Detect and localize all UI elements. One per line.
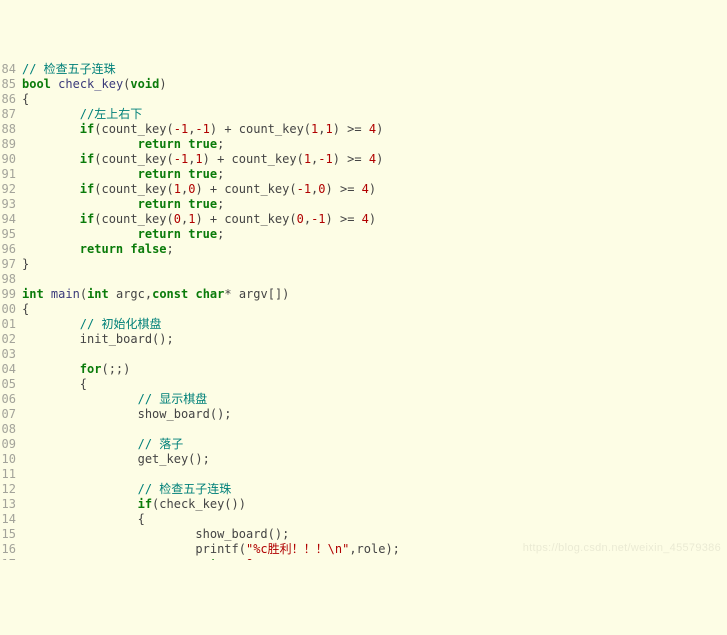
code-line[interactable]: return true; xyxy=(22,197,400,212)
line-number: 91 xyxy=(0,167,18,182)
code-line[interactable] xyxy=(22,272,400,287)
code-viewer: 8485868788899091929394959697989900010203… xyxy=(0,60,727,560)
code-line[interactable]: //左上右下 xyxy=(22,107,400,122)
line-number: 88 xyxy=(0,122,18,137)
line-number: 08 xyxy=(0,422,18,437)
line-number: 84 xyxy=(0,62,18,77)
code-line[interactable]: if(check_key()) xyxy=(22,497,400,512)
line-number: 12 xyxy=(0,482,18,497)
line-number: 04 xyxy=(0,362,18,377)
code-line[interactable]: return 0; xyxy=(22,557,400,560)
code-line[interactable]: bool check_key(void) xyxy=(22,77,400,92)
code-line[interactable]: if(count_key(1,0) + count_key(-1,0) >= 4… xyxy=(22,182,400,197)
code-line[interactable]: return true; xyxy=(22,227,400,242)
code-line[interactable]: { xyxy=(22,377,400,392)
line-number: 13 xyxy=(0,497,18,512)
code-line[interactable]: printf("%c胜利！！！\n",role); xyxy=(22,542,400,557)
line-number: 94 xyxy=(0,212,18,227)
line-number: 98 xyxy=(0,272,18,287)
line-number: 97 xyxy=(0,257,18,272)
code-line[interactable]: init_board(); xyxy=(22,332,400,347)
line-number: 00 xyxy=(0,302,18,317)
code-line[interactable]: if(count_key(0,1) + count_key(0,-1) >= 4… xyxy=(22,212,400,227)
line-number: 15 xyxy=(0,527,18,542)
code-line[interactable]: return true; xyxy=(22,137,400,152)
line-number: 10 xyxy=(0,452,18,467)
code-line[interactable]: // 检查五子连珠 xyxy=(22,482,400,497)
code-line[interactable]: { xyxy=(22,92,400,107)
line-number: 01 xyxy=(0,317,18,332)
line-number: 85 xyxy=(0,77,18,92)
line-number: 87 xyxy=(0,107,18,122)
line-number: 89 xyxy=(0,137,18,152)
line-number: 05 xyxy=(0,377,18,392)
code-line[interactable]: { xyxy=(22,512,400,527)
code-line[interactable]: return false; xyxy=(22,242,400,257)
line-number: 07 xyxy=(0,407,18,422)
code-line[interactable]: { xyxy=(22,302,400,317)
line-number: 17 xyxy=(0,557,18,560)
line-number: 96 xyxy=(0,242,18,257)
code-line[interactable]: // 显示棋盘 xyxy=(22,392,400,407)
code-line[interactable]: // 初始化棋盘 xyxy=(22,317,400,332)
code-line[interactable]: // 检查五子连珠 xyxy=(22,62,400,77)
code-line[interactable] xyxy=(22,422,400,437)
line-number: 92 xyxy=(0,182,18,197)
code-line[interactable] xyxy=(22,467,400,482)
line-number: 14 xyxy=(0,512,18,527)
code-line[interactable]: if(count_key(-1,-1) + count_key(1,1) >= … xyxy=(22,122,400,137)
code-line[interactable] xyxy=(22,347,400,362)
code-line[interactable]: return true; xyxy=(22,167,400,182)
watermark: https://blog.csdn.net/weixin_45579386 xyxy=(523,541,721,556)
code-line[interactable]: int main(int argc,const char* argv[]) xyxy=(22,287,400,302)
code-line[interactable]: } xyxy=(22,257,400,272)
line-number: 06 xyxy=(0,392,18,407)
code-line[interactable]: for(;;) xyxy=(22,362,400,377)
line-number: 99 xyxy=(0,287,18,302)
line-number: 95 xyxy=(0,227,18,242)
line-number: 86 xyxy=(0,92,18,107)
line-number: 90 xyxy=(0,152,18,167)
source-code[interactable]: // 检查五子连珠bool check_key(void){ //左上右下 if… xyxy=(22,60,400,560)
line-number: 16 xyxy=(0,542,18,557)
code-line[interactable]: // 落子 xyxy=(22,437,400,452)
line-number: 02 xyxy=(0,332,18,347)
line-number: 03 xyxy=(0,347,18,362)
line-number: 11 xyxy=(0,467,18,482)
code-line[interactable]: if(count_key(-1,1) + count_key(1,-1) >= … xyxy=(22,152,400,167)
line-number: 09 xyxy=(0,437,18,452)
code-line[interactable]: show_board(); xyxy=(22,527,400,542)
code-line[interactable]: get_key(); xyxy=(22,452,400,467)
line-number-gutter: 8485868788899091929394959697989900010203… xyxy=(0,60,18,560)
code-line[interactable]: show_board(); xyxy=(22,407,400,422)
line-number: 93 xyxy=(0,197,18,212)
